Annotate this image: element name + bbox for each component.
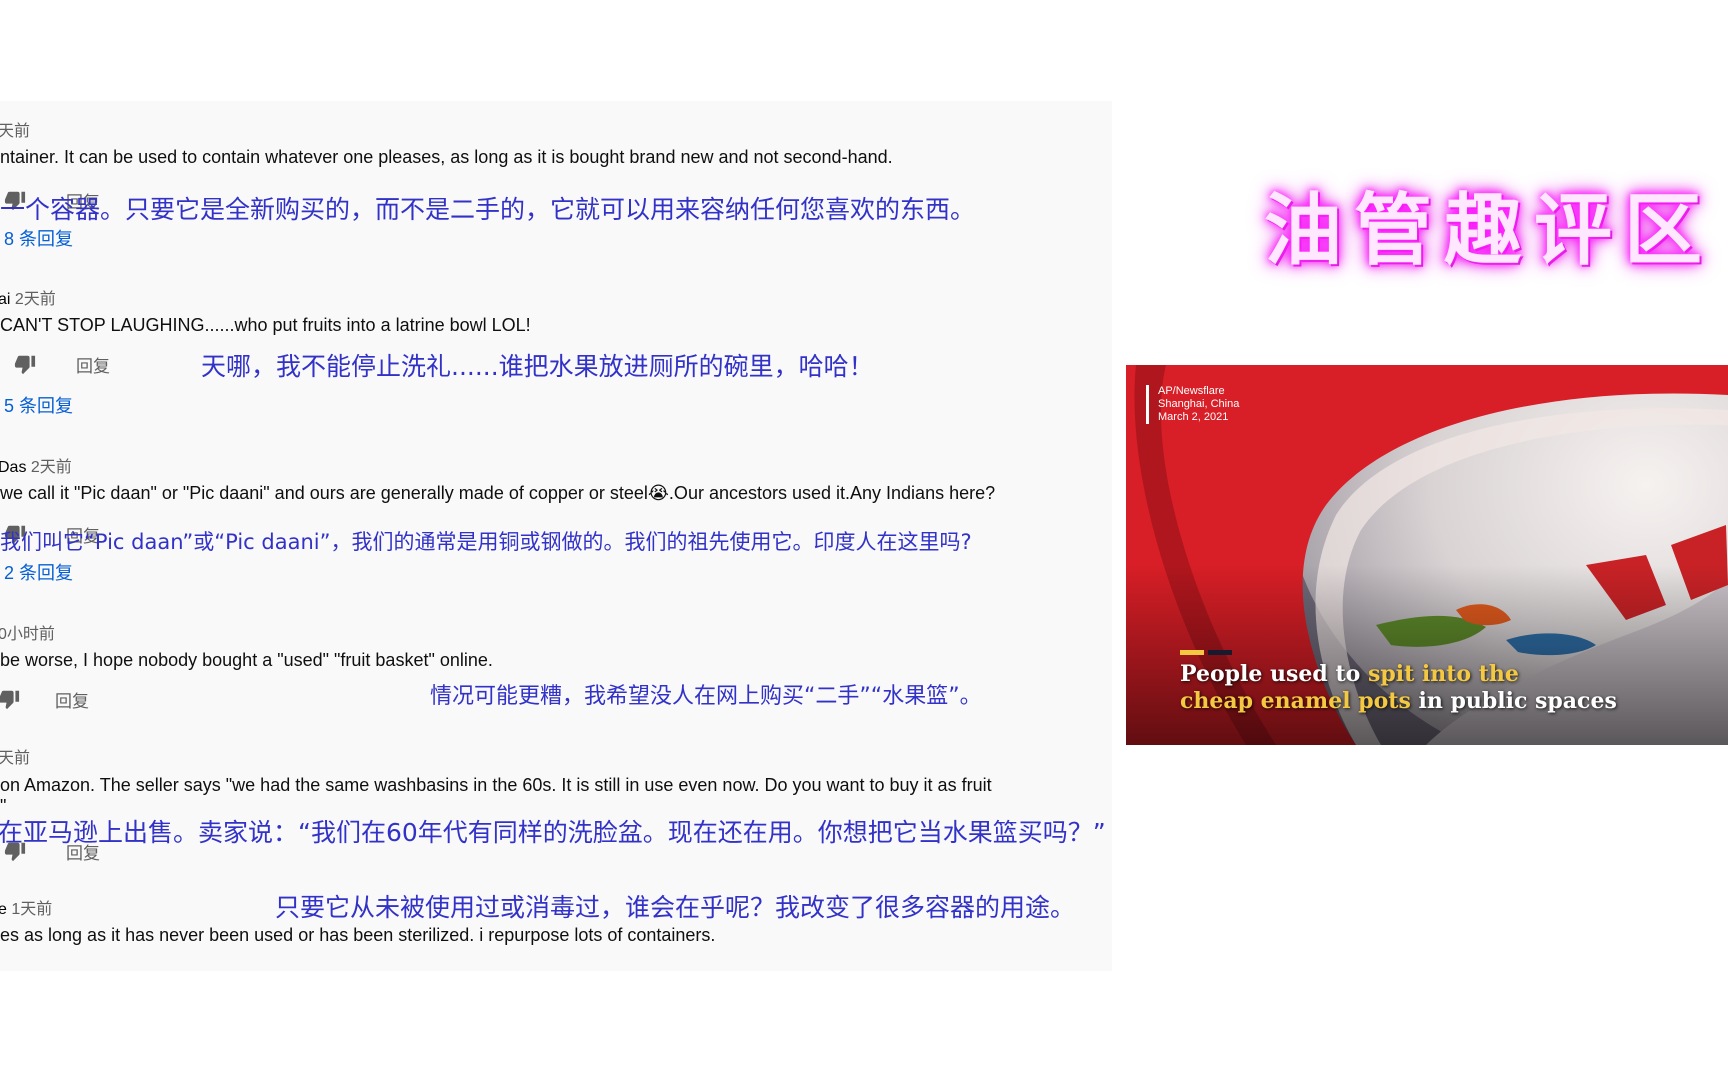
credit-date: March 2, 2021 <box>1158 411 1229 423</box>
thumb-down-icon[interactable] <box>0 688 20 710</box>
view-replies-link[interactable]: 8 条回复 <box>4 225 73 251</box>
caption-text: People used to <box>1180 661 1368 687</box>
video-thumbnail[interactable]: AP/Newsflare Shanghai, China March 2, 20… <box>1126 365 1728 745</box>
reply-button[interactable]: 回复 <box>66 839 100 864</box>
comment-text: CAN'T STOP LAUGHING......who put fruits … <box>0 315 531 335</box>
comment-text: be worse, I hope nobody bought a "used" … <box>0 650 493 670</box>
thumb-down-icon[interactable] <box>4 840 26 862</box>
comment-text: on Amazon. The seller says "we had the s… <box>0 775 992 795</box>
comment-meta: e 1天前 <box>0 895 52 919</box>
comment-actions: 回复 <box>0 686 89 712</box>
comment-actions: 回复 <box>14 351 110 377</box>
reply-button[interactable]: 回复 <box>55 687 89 712</box>
comment-text: es as long as it has never been used or … <box>0 925 716 945</box>
comment-translation: 天哪，我不能停止洗礼......谁把水果放进厕所的碗里，哈哈！ <box>201 352 874 381</box>
comment-meta: ai 2天前 <box>0 285 56 309</box>
news-credit: AP/Newsflare Shanghai, China March 2, 20… <box>1146 385 1239 424</box>
comment-actions: 回复 <box>4 838 100 864</box>
thumb-down-icon[interactable] <box>14 353 36 375</box>
comment-translation: 在亚马逊上出售。卖家说：“我们在60年代有同样的洗脸盆。现在还在用。你想把它当水… <box>0 818 1106 847</box>
comment-time[interactable]: 2天前 <box>31 459 72 476</box>
comment-time[interactable]: 天前 <box>0 123 30 140</box>
caption-text: in public spaces <box>1410 688 1617 714</box>
comment-time[interactable]: 1天前 <box>11 901 52 918</box>
comment-text: ntainer. It can be used to contain whate… <box>0 147 893 167</box>
comment-meta: 天前 <box>0 117 30 141</box>
credit-location: Shanghai, China <box>1158 398 1240 410</box>
comment-meta: Das 2天前 <box>0 453 72 477</box>
comment-translation: 我们叫它“Pic daan”或“Pic daani”，我们的通常是用铜或钢做的。… <box>0 530 972 554</box>
comment-translation: 情况可能更糟，我希望没人在网上购买“二手”“水果篮”。 <box>430 684 982 709</box>
comment-author[interactable]: Das <box>0 459 26 476</box>
comment-translation: 只要它从未被使用过或消毒过，谁会在乎呢？我改变了很多容器的用途。 <box>275 893 1076 922</box>
comment-author[interactable]: ai <box>0 291 10 308</box>
comment-time[interactable]: 0小时前 <box>0 626 55 643</box>
caption-highlight: spit into the <box>1367 661 1519 687</box>
comment-time[interactable]: 2天前 <box>15 291 56 308</box>
caption-accent-bars <box>1180 650 1232 655</box>
comment-translation: 一个容器。只要它是全新购买的，而不是二手的，它就可以用来容纳任何您喜欢的东西。 <box>0 195 976 224</box>
comment-author[interactable]: e <box>0 901 7 918</box>
view-replies-link[interactable]: 5 条回复 <box>4 392 73 418</box>
comments-panel: 天前 ntainer. It can be used to contain wh… <box>0 101 1112 971</box>
channel-watermark: 油管趣评区 <box>1264 186 1715 276</box>
view-replies-link[interactable]: 2 条回复 <box>4 559 73 585</box>
comment-meta: 天前 <box>0 744 30 768</box>
comment-time[interactable]: 天前 <box>0 750 30 767</box>
caption-highlight: cheap enamel pots <box>1180 688 1411 714</box>
caption-bar-dark <box>1208 650 1232 655</box>
comment-meta: 0小时前 <box>0 620 55 644</box>
reply-button[interactable]: 回复 <box>76 352 110 377</box>
caption-bar-accent <box>1180 650 1204 655</box>
video-caption: People used to spit into the cheap ename… <box>1180 661 1617 715</box>
comment-text: we call it "Pic daan" or "Pic daani" and… <box>0 483 996 503</box>
credit-source: AP/Newsflare <box>1158 385 1225 397</box>
